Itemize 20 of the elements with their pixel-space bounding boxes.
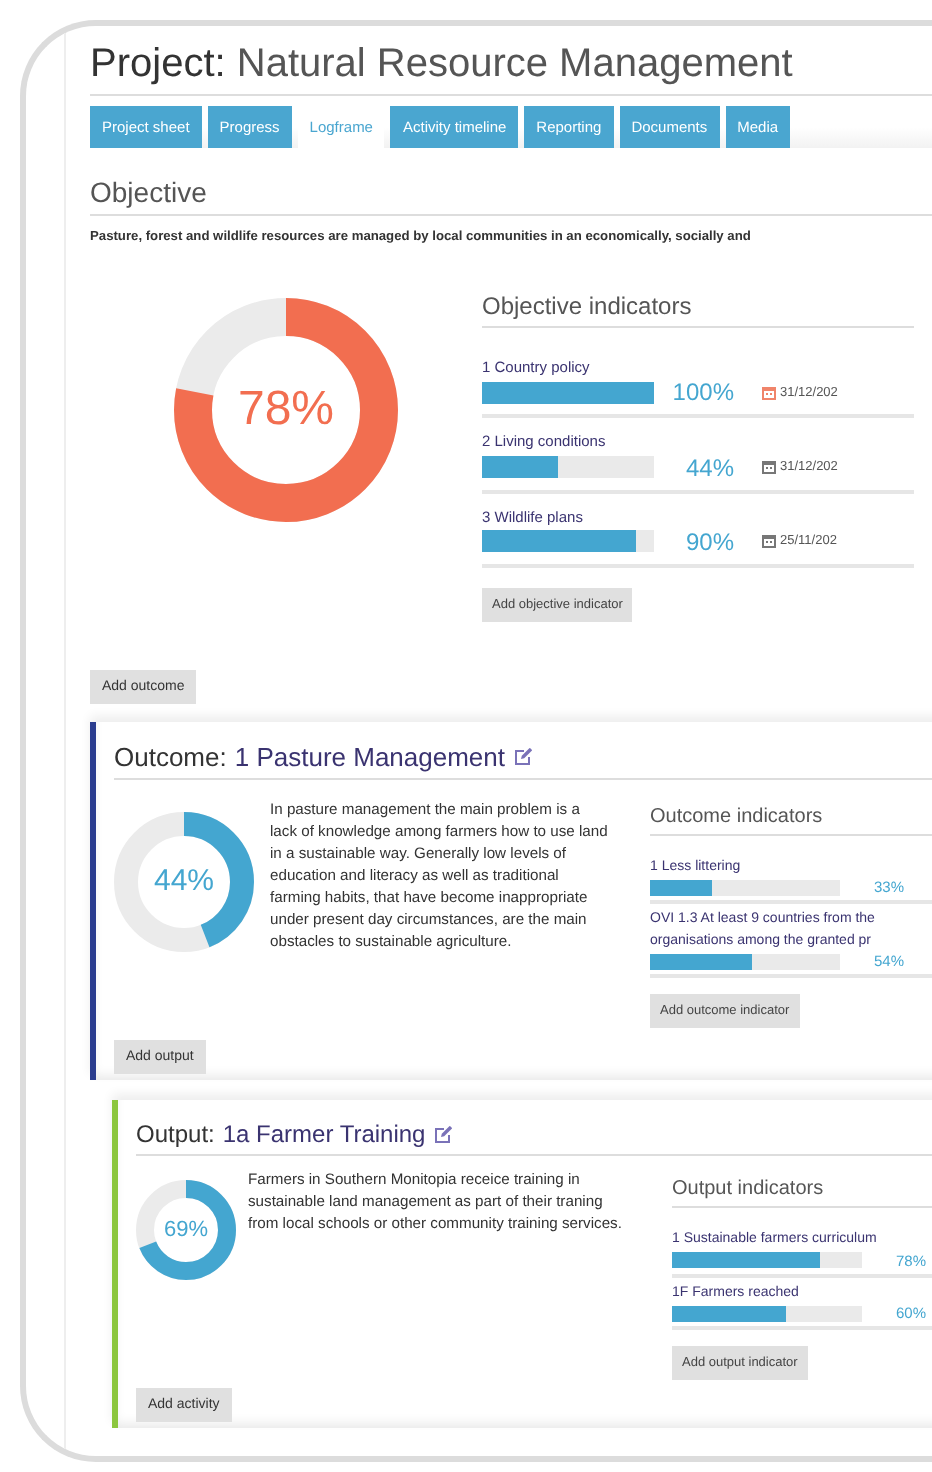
section-label: Outcome: <box>114 741 227 772</box>
section-label: Output: <box>136 1120 215 1149</box>
donut-chart <box>136 1180 236 1281</box>
section-title[interactable]: 1 Pasture Management <box>234 741 505 772</box>
percent-value: 69% <box>163 1218 209 1243</box>
indicators-heading: Outcome indicators <box>650 805 932 836</box>
edit-icon[interactable] <box>513 747 531 766</box>
percent-value: 100% <box>670 378 734 407</box>
donut-chart <box>114 811 254 952</box>
percent-value: 44% <box>153 864 215 899</box>
percent-value: 78% <box>237 382 335 438</box>
section-heading: Objective <box>90 176 932 216</box>
section-title[interactable]: 1a Farmer Training <box>222 1120 426 1149</box>
project-label: Project: <box>90 42 226 86</box>
project-name: Natural Resource Management <box>236 42 793 86</box>
indicators-heading: Output indicators <box>672 1178 932 1209</box>
edit-icon[interactable] <box>433 1125 452 1144</box>
indicators-heading: Objective indicators <box>482 292 914 328</box>
percent-value: 90% <box>683 527 734 556</box>
percent-value: 44% <box>683 453 734 481</box>
